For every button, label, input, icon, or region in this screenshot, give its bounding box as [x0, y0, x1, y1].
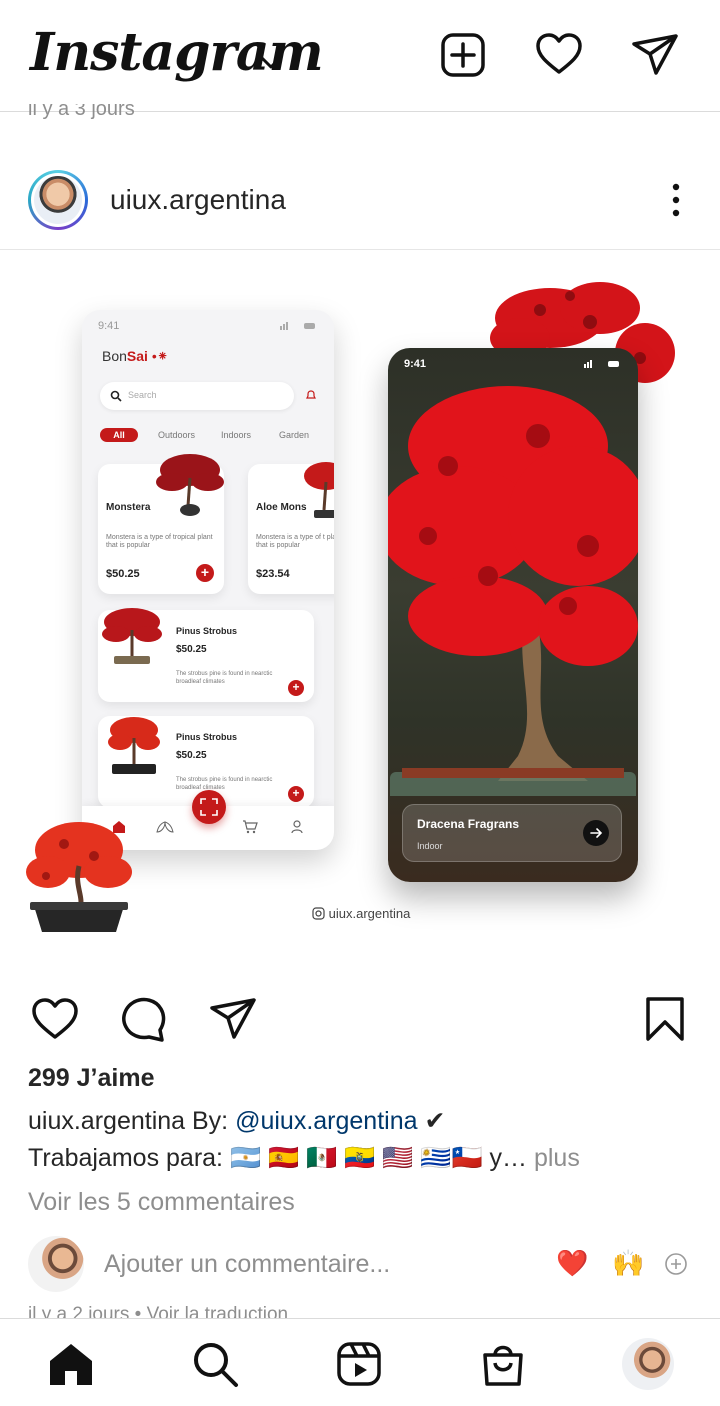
caption-username[interactable]: uiux.argentina: [28, 1107, 185, 1135]
shop-icon[interactable]: [478, 1339, 528, 1389]
caption-more-link[interactable]: plus: [527, 1144, 580, 1172]
red-bonsai-decoration-bottom: [26, 822, 132, 932]
plant-category: Indoor: [417, 841, 443, 851]
current-user-avatar: [28, 1236, 84, 1292]
bonsai-thumb: [108, 717, 160, 774]
phone2-time: 9:41: [404, 358, 427, 370]
list-price: $50.25: [176, 644, 207, 655]
card-desc: Monstera is a type of t plant that is po…: [256, 534, 334, 549]
post-image[interactable]: 9:41 BonSai •⁕ Search All Outdoors Indoo…: [0, 252, 720, 970]
scan-icon: [200, 798, 218, 816]
add-comment-row: Ajouter un commentaire... ❤️ 🙌: [0, 1234, 720, 1296]
new-post-icon[interactable]: [438, 30, 488, 80]
quick-emoji-heart[interactable]: ❤️: [556, 1248, 588, 1279]
watermark-text: uiux.argentina: [328, 906, 411, 921]
scan-fab: [192, 790, 226, 824]
view-comments-link[interactable]: Voir les 5 commentaires: [28, 1188, 295, 1217]
bonsai-thumb: [304, 462, 334, 518]
search-icon[interactable]: [190, 1339, 240, 1389]
post-header: uiux.argentina: [0, 150, 720, 250]
chip-indoors: Indoors: [221, 430, 252, 440]
search-placeholder: Search: [128, 390, 157, 400]
next-button: [583, 820, 609, 846]
share-icon[interactable]: [208, 994, 258, 1044]
caption-check: ✔: [417, 1107, 446, 1135]
chip-garden: Garden: [279, 430, 310, 440]
bonsai-thumb: [102, 608, 162, 664]
search-icon: [110, 390, 122, 402]
chip-outdoors: Outdoors: [158, 430, 196, 440]
caption-text: Trabajamos para: 🇦🇷 🇪🇸 🇲🇽 🇪🇨 🇺🇸 🇺🇾🇨🇱 y…: [28, 1144, 528, 1172]
direct-message-icon[interactable]: [630, 30, 680, 80]
list-desc: The strobus pine is found in nearctic br…: [176, 777, 273, 791]
home-icon[interactable]: [46, 1339, 96, 1389]
phone1-time: 9:41: [98, 320, 120, 332]
post-username[interactable]: uiux.argentina: [110, 184, 286, 216]
quick-emoji-raised-hands[interactable]: 🙌: [612, 1248, 644, 1279]
caption-line-1: uiux.argentina By: @uiux.argentina ✔: [28, 1106, 445, 1136]
card-title: Monstera: [106, 502, 151, 513]
caption-line-2: Trabajamos para: 🇦🇷 🇪🇸 🇲🇽 🇪🇨 🇺🇸 🇺🇾🇨🇱 y… …: [28, 1144, 580, 1173]
status-icons: [280, 322, 315, 330]
phone1-search-field: Search: [100, 382, 294, 410]
plant-title: Dracena Fragrans: [417, 817, 520, 831]
heart-icon[interactable]: [534, 30, 584, 80]
top-bar: Instagram: [0, 0, 720, 112]
post-author-avatar[interactable]: [28, 170, 88, 230]
list-desc: The strobus pine is found in nearctic br…: [176, 671, 273, 685]
phone-mockup-detail: 9:41 Dracena Fragrans Indoor: [388, 348, 638, 882]
bonsai-thumb: [156, 454, 224, 516]
profile-avatar[interactable]: [622, 1338, 674, 1390]
reels-icon[interactable]: [334, 1339, 384, 1389]
status-icons: [584, 360, 619, 368]
chip-all: All: [100, 428, 138, 442]
user-icon: [291, 820, 303, 834]
bottom-navigation: [0, 1318, 720, 1406]
bonsai-brand: BonSai •⁕: [102, 348, 169, 364]
phone-mockup-catalog: 9:41 BonSai •⁕ Search All Outdoors Indoo…: [82, 310, 334, 850]
list-price: $50.25: [176, 750, 207, 761]
brand-prefix: Bon: [102, 348, 127, 364]
add-button: +: [288, 786, 304, 802]
like-count[interactable]: 299 J’aime: [28, 1064, 155, 1093]
list-title: Pinus Strobus: [176, 626, 238, 636]
post-actions: [0, 990, 720, 1050]
comment-icon[interactable]: [118, 994, 168, 1044]
image-watermark: uiux.argentina: [312, 906, 410, 921]
avatar-photo: [34, 176, 82, 224]
card-desc: Monstera is a type of tropical plant tha…: [106, 534, 213, 549]
list-title: Pinus Strobus: [176, 732, 238, 742]
more-vertical-icon[interactable]: [662, 182, 690, 218]
instagram-small-icon: [312, 907, 325, 920]
bougainvillea-bonsai: [388, 386, 638, 796]
detail-panel: Dracena Fragrans Indoor: [402, 804, 622, 862]
caption-by: By:: [185, 1107, 236, 1135]
card-price: $50.25: [106, 568, 140, 580]
add-button: +: [288, 680, 304, 696]
like-heart-icon[interactable]: [30, 994, 80, 1044]
leaf-icon: [156, 821, 174, 833]
add-button: +: [196, 564, 214, 582]
bell-icon: [306, 390, 316, 399]
comment-input[interactable]: Ajouter un commentaire...: [104, 1250, 390, 1279]
card-price: $23.54: [256, 568, 290, 580]
add-emoji-icon[interactable]: [664, 1252, 688, 1276]
cart-icon: [243, 820, 258, 834]
chevron-down-icon[interactable]: [258, 52, 284, 72]
caption-mention[interactable]: @uiux.argentina: [235, 1107, 417, 1135]
brand-accent: Sai: [126, 348, 148, 364]
arrow-right-icon: [590, 828, 603, 838]
bookmark-icon[interactable]: [640, 994, 690, 1044]
